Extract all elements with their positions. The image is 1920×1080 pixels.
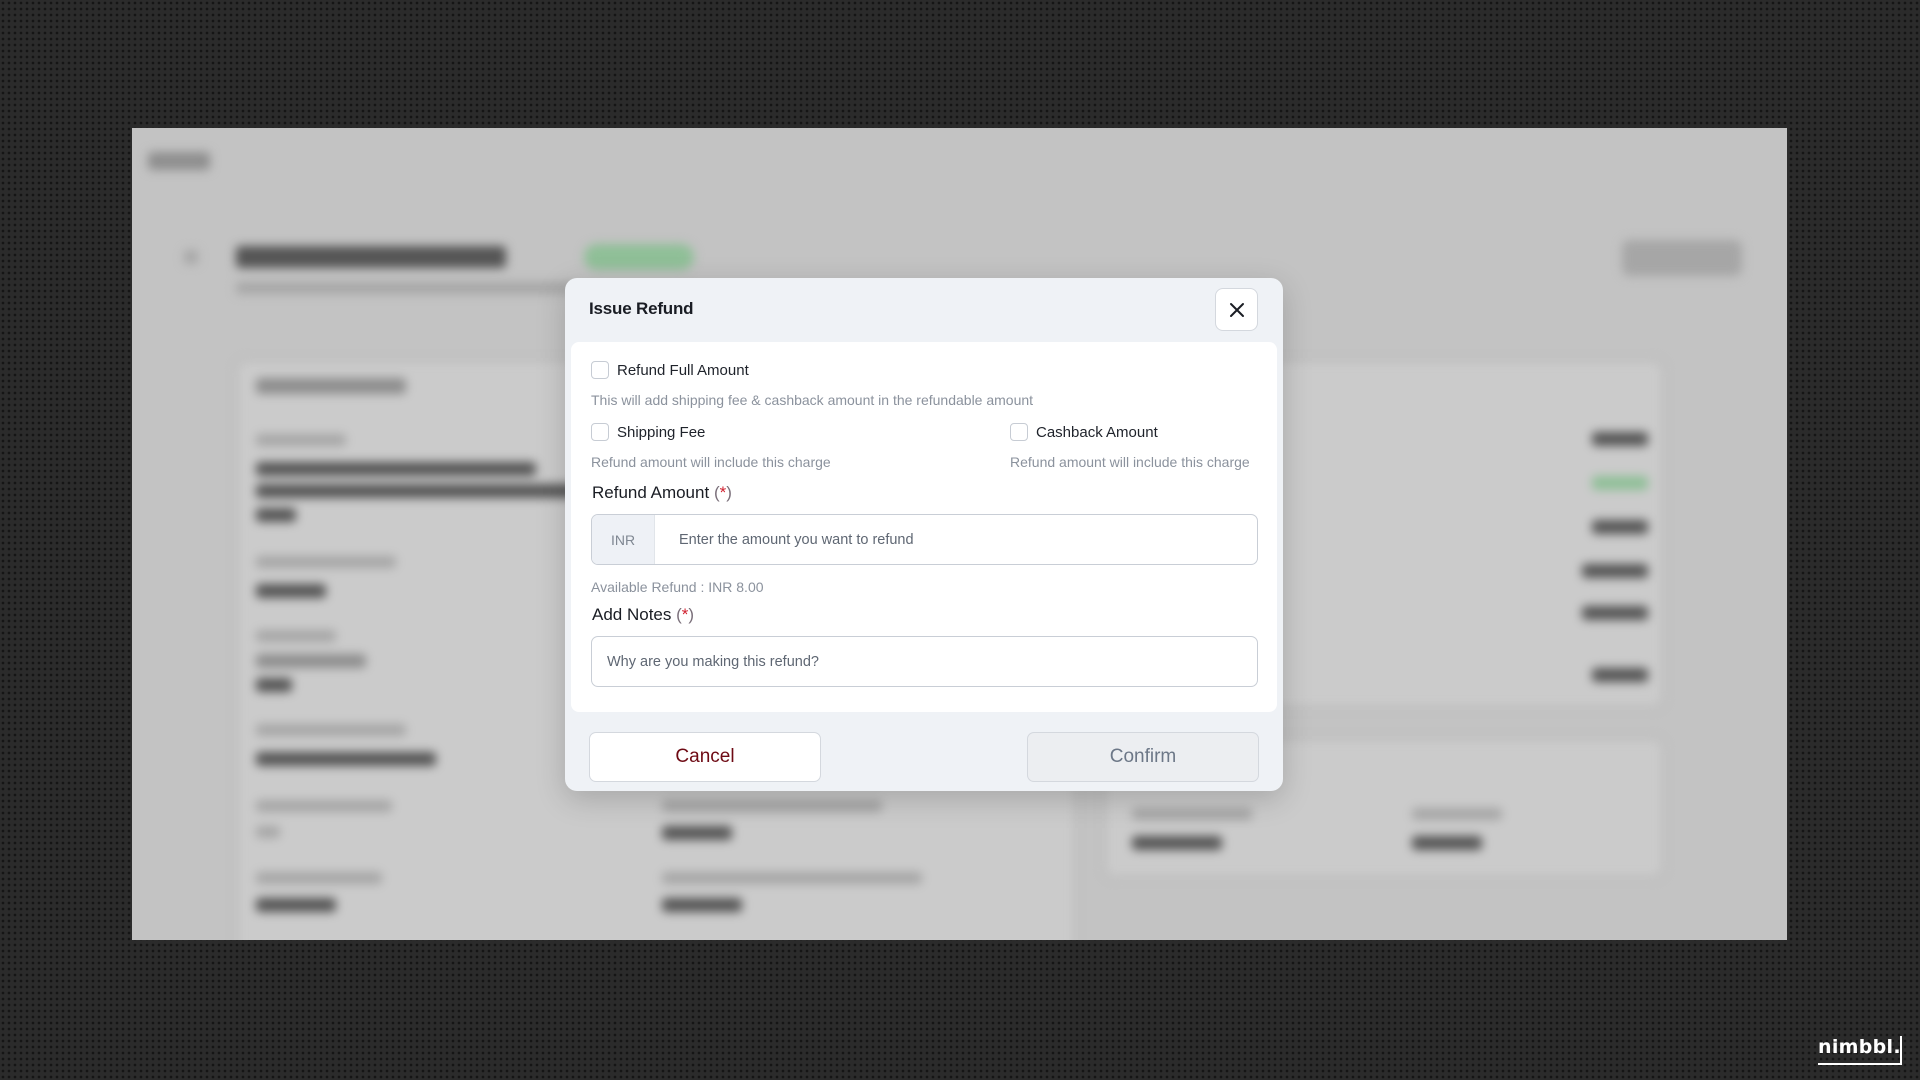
add-notes-label: Add Notes (*)	[592, 605, 694, 625]
background-field-label	[256, 724, 406, 736]
checkbox-box[interactable]	[591, 361, 609, 379]
background-field-label	[662, 800, 882, 812]
background-field-value	[256, 898, 336, 912]
background-field-value	[256, 508, 296, 522]
cashback-amount-label: Cashback Amount	[1036, 423, 1158, 441]
background-amount-value	[1592, 520, 1648, 534]
background-field-label	[662, 872, 922, 884]
issue-refund-modal: Issue Refund Refund Full Amount This wil…	[565, 278, 1283, 791]
checkbox-box[interactable]	[1010, 423, 1028, 441]
modal-title: Issue Refund	[589, 299, 694, 318]
confirm-button[interactable]: Confirm	[1027, 732, 1259, 782]
background-amount-value	[1592, 432, 1648, 446]
available-refund-text: Available Refund : INR 8.00	[591, 579, 764, 595]
close-button[interactable]	[1215, 288, 1258, 331]
refund-full-amount-label: Refund Full Amount	[617, 361, 749, 379]
background-field-label	[256, 556, 396, 568]
background-field-value	[662, 826, 732, 840]
shipping-fee-label: Shipping Fee	[617, 423, 706, 441]
shipping-fee-checkbox[interactable]: Shipping Fee	[591, 423, 705, 441]
currency-prefix: INR	[592, 515, 655, 564]
refund-form-card: Refund Full Amount This will add shippin…	[571, 342, 1277, 712]
refund-amount-input[interactable]	[655, 515, 1257, 564]
notes-field	[591, 636, 1258, 687]
background-header-text	[148, 152, 210, 170]
background-amount-value	[1582, 606, 1648, 620]
background-field-label	[1412, 808, 1502, 820]
background-panel-title	[256, 378, 406, 394]
refund-amount-field: INR	[591, 514, 1258, 565]
required-indicator: (*)	[676, 605, 695, 624]
cancel-button[interactable]: Cancel	[589, 732, 821, 782]
cashback-amount-hint: Refund amount will include this charge	[1010, 454, 1250, 470]
background-field-label	[256, 872, 382, 884]
required-indicator: (*)	[713, 483, 732, 502]
background-order-meta	[236, 282, 576, 294]
background-field-value	[256, 752, 436, 766]
background-field-value	[256, 826, 280, 838]
logo-underline	[1818, 1063, 1902, 1065]
notes-input[interactable]	[592, 637, 1257, 686]
logo-bar	[1900, 1036, 1902, 1065]
close-icon	[1229, 302, 1244, 317]
background-field-value	[1412, 836, 1482, 850]
background-amount-value	[1582, 564, 1648, 578]
background-action-button	[1622, 240, 1742, 276]
refund-full-amount-hint: This will add shipping fee & cashback am…	[591, 392, 1034, 408]
refund-amount-label: Refund Amount (*)	[592, 483, 732, 503]
background-field-label	[1132, 808, 1252, 820]
background-field-value	[662, 898, 742, 912]
background-field-value	[256, 484, 616, 498]
background-amount-value	[1592, 668, 1648, 682]
background-field-value	[256, 462, 536, 476]
background-status-badge	[584, 244, 694, 270]
checkbox-box[interactable]	[591, 423, 609, 441]
cashback-amount-checkbox[interactable]: Cashback Amount	[1010, 423, 1158, 441]
background-order-id	[236, 246, 506, 268]
required-star: *	[719, 483, 727, 502]
background-field-value	[256, 584, 326, 598]
shipping-fee-hint: Refund amount will include this charge	[591, 454, 831, 470]
brand-logo: nimbbl.	[1818, 1036, 1901, 1058]
background-field-value	[256, 654, 366, 668]
add-notes-label-text: Add Notes	[592, 605, 672, 624]
required-star: *	[681, 605, 689, 624]
background-field-label	[256, 800, 392, 812]
background-amount-value	[1592, 476, 1648, 490]
background-field-label	[256, 434, 346, 446]
background-back-icon	[184, 250, 198, 264]
refund-full-amount-checkbox[interactable]: Refund Full Amount	[591, 361, 749, 379]
background-field-value	[1132, 836, 1222, 850]
background-field-label	[256, 630, 336, 642]
refund-amount-label-text: Refund Amount	[592, 483, 710, 502]
background-field-value	[256, 678, 292, 692]
